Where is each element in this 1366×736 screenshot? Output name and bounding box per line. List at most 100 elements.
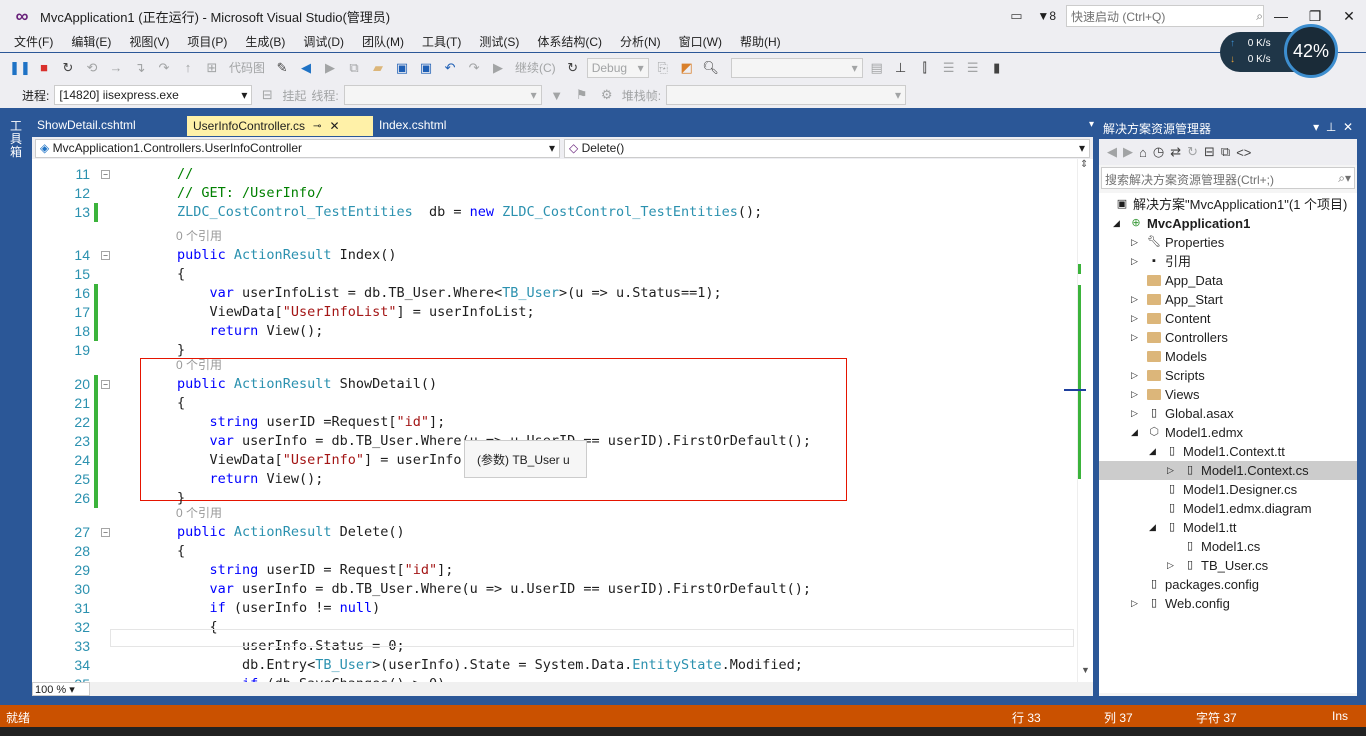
horizontal-scrollbar[interactable]: 100 % ▾ (32, 682, 1093, 696)
code-line[interactable]: 22 string userID =Request["id"]; (32, 413, 1077, 432)
vertical-scrollbar[interactable]: ⇕ ▼ (1064, 159, 1093, 682)
dropdown-icon[interactable]: ▾ (1313, 120, 1319, 134)
new-project-icon[interactable]: ⧉ (344, 58, 364, 78)
expand-arrow-icon[interactable]: ▷ (1131, 598, 1138, 609)
fold-toggle-icon[interactable]: − (101, 251, 110, 260)
fold-toggle-icon[interactable]: − (101, 528, 110, 537)
tree-item[interactable]: App_Data (1147, 271, 1223, 290)
solution-explorer-icon[interactable]: ◩ (677, 58, 697, 78)
menu-test[interactable]: 测试(S) (470, 32, 528, 52)
home-icon[interactable]: ⌂ (1139, 145, 1147, 160)
tree-item[interactable]: ▯ Model1.Designer.cs (1165, 480, 1297, 499)
collapse-arrow-icon[interactable]: ◢ (1131, 427, 1138, 438)
tree-item[interactable]: ▣ 解决方案"MvcApplication1"(1 个项目) (1115, 195, 1348, 214)
tree-item[interactable]: ▯ Model1.Context.cs (1183, 461, 1309, 480)
expand-arrow-icon[interactable]: ▷ (1131, 332, 1138, 343)
restart-icon[interactable]: ↻ (58, 58, 78, 78)
code-line[interactable]: 18 return View(); (32, 322, 1077, 341)
menu-help[interactable]: 帮助(H) (731, 32, 790, 52)
toggle-breakpoint-icon[interactable]: ✎ (272, 58, 292, 78)
expand-arrow-icon[interactable]: ▷ (1131, 313, 1138, 324)
bookmark-icon[interactable]: ▮ (987, 58, 1007, 78)
feedback-icon[interactable]: ▭ (1001, 6, 1031, 26)
collapse-arrow-icon[interactable]: ◢ (1149, 446, 1156, 457)
menu-window[interactable]: 窗口(W) (670, 32, 731, 52)
format-icon[interactable]: ⫿ (915, 58, 935, 78)
back-icon[interactable]: ◀ (1107, 144, 1117, 160)
forward-icon[interactable]: ▶ (1123, 144, 1133, 160)
menu-file[interactable]: 文件(F) (5, 32, 62, 52)
view-code-icon[interactable]: <> (1236, 145, 1251, 160)
expand-arrow-icon[interactable]: ▷ (1167, 560, 1174, 571)
tree-item[interactable]: ▯ packages.config (1147, 575, 1259, 594)
find-combo[interactable]: ▾ (730, 57, 863, 78)
tab-userinfocontroller[interactable]: UserInfoController.cs ⊸ ✕ (187, 116, 373, 136)
collapse-arrow-icon[interactable]: ◢ (1149, 522, 1156, 533)
navigate-back-icon[interactable]: ◀ (296, 58, 316, 78)
tree-item[interactable]: ▯ Model1.cs (1183, 537, 1260, 556)
suspend-button[interactable]: 挂起 (282, 87, 306, 104)
code-line[interactable]: 12 // GET: /UserInfo/ (32, 184, 1077, 203)
indent-icon[interactable]: ☰ (939, 58, 959, 78)
expand-arrow-icon[interactable]: ▷ (1131, 237, 1138, 248)
codelens-reference-hint[interactable]: 0 个引用 (176, 227, 222, 244)
tree-item[interactable]: ▯ Global.asax (1147, 404, 1234, 423)
undo-icon[interactable]: ↶ (440, 58, 460, 78)
filter-icon[interactable]: ▼ (547, 85, 567, 105)
expand-arrow-icon[interactable]: ▷ (1131, 294, 1138, 305)
continue-button[interactable]: 继续(C) (512, 59, 559, 76)
fold-toggle-icon[interactable]: − (101, 170, 110, 179)
show-next-statement-icon[interactable]: → (106, 58, 126, 78)
outdent-icon[interactable]: ☰ (963, 58, 983, 78)
step-into-icon[interactable]: ↴ (130, 58, 150, 78)
close-button[interactable]: ✕ (1332, 8, 1366, 25)
code-line[interactable]: 28 { (32, 542, 1077, 561)
menu-build[interactable]: 生成(B) (236, 32, 294, 52)
solution-search-input[interactable]: 搜索解决方案资源管理器(Ctrl+;) ⌕▾ (1101, 167, 1355, 189)
tree-item[interactable]: ▯ Model1.edmx.diagram (1165, 499, 1312, 518)
show-all-files-icon[interactable]: ⧉ (1221, 144, 1230, 160)
code-line[interactable]: 29 string userID = Request["id"]; (32, 561, 1077, 580)
code-map-button[interactable]: 代码图 (226, 59, 268, 76)
open-file-icon[interactable]: ▰ (368, 58, 388, 78)
tree-item[interactable]: Views (1147, 385, 1199, 404)
step-out-icon[interactable]: ↑ (178, 58, 198, 78)
tree-item[interactable]: Controllers (1147, 328, 1228, 347)
refresh-icon[interactable]: ↻ (1187, 144, 1198, 160)
member-select[interactable]: ◇ Delete() ▾ (564, 138, 1090, 158)
expand-arrow-icon[interactable]: ▷ (1131, 389, 1138, 400)
tree-item[interactable]: Scripts (1147, 366, 1205, 385)
code-line[interactable]: 17 ViewData["UserInfoList"] = userInfoLi… (32, 303, 1077, 322)
code-line[interactable]: 15 { (32, 265, 1077, 284)
codelens-reference-hint[interactable]: 0 个引用 (176, 504, 222, 521)
tree-item[interactable]: ⬡ Model1.edmx (1147, 423, 1243, 442)
menu-analyze[interactable]: 分析(N) (611, 32, 670, 52)
code-line[interactable]: 13 ZLDC_CostControl_TestEntities db = ne… (32, 203, 1077, 222)
navigate-forward-icon[interactable]: ▶ (320, 58, 340, 78)
stop-icon[interactable]: ■ (34, 58, 54, 78)
expand-arrow-icon[interactable]: ▷ (1131, 256, 1138, 267)
expand-arrow-icon[interactable]: ▷ (1131, 370, 1138, 381)
tree-item[interactable]: 🔧︎ Properties (1147, 233, 1224, 252)
tree-item[interactable]: ▯ TB_User.cs (1183, 556, 1268, 575)
threads-icon[interactable]: ⚙ (597, 85, 617, 105)
code-line[interactable]: 11 − // (32, 165, 1077, 184)
collapse-all-icon[interactable]: ⊟ (1204, 144, 1215, 160)
menu-edit[interactable]: 编辑(E) (62, 32, 120, 52)
save-icon[interactable]: ▣ (392, 58, 412, 78)
code-line[interactable]: 16 var userInfoList = db.TB_User.Where<T… (32, 284, 1077, 303)
notifications-button[interactable]: ▼8 (1037, 9, 1056, 23)
align-icon[interactable]: ⊥ (891, 58, 911, 78)
close-tab-icon[interactable]: ✕ (329, 119, 339, 133)
zoom-select[interactable]: 100 % ▾ (32, 682, 90, 696)
pause-icon[interactable]: ❚❚ (9, 58, 31, 78)
tree-item[interactable]: ⊕ MvcApplication1 (1129, 214, 1250, 233)
save-all-icon[interactable]: ▣ (416, 58, 436, 78)
pin-icon[interactable]: ⊥ (1326, 120, 1336, 134)
code-line[interactable]: 35 if (db.SaveChanges() > 0) (32, 675, 1077, 682)
tree-item[interactable]: ▯ Model1.Context.tt (1165, 442, 1285, 461)
code-line[interactable]: 34 db.Entry<TB_User>(userInfo).State = S… (32, 656, 1077, 675)
collapse-arrow-icon[interactable]: ◢ (1113, 218, 1120, 229)
continue-icon[interactable]: ▶ (488, 58, 508, 78)
find-icon[interactable]: 🔍︎ (701, 58, 721, 78)
